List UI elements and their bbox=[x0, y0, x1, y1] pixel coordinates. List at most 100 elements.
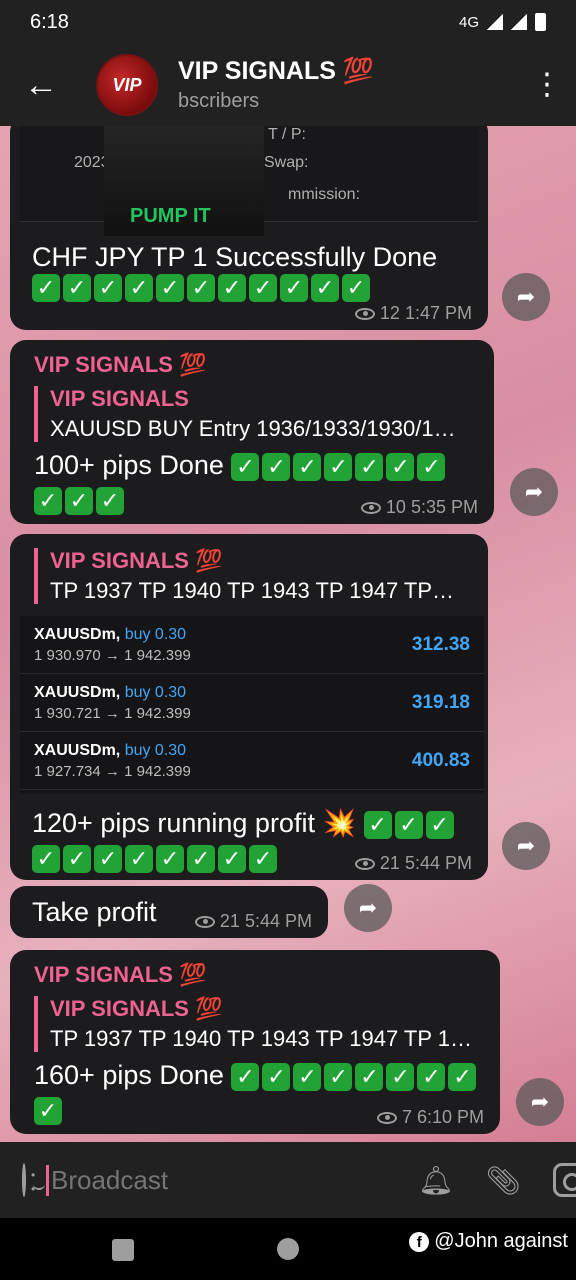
recents-button[interactable] bbox=[112, 1239, 134, 1261]
bell-icon[interactable]: 🔔︎ bbox=[418, 1160, 454, 1200]
checkmark-emoji-icon: ✓ bbox=[262, 452, 291, 481]
arrow-left-icon: ← bbox=[24, 65, 58, 104]
trade-side: buy 0.30 bbox=[124, 625, 187, 643]
trades-screenshot[interactable]: XAUUSDm, buy 0.30 1 930.970 → 1 942.399 … bbox=[20, 616, 484, 794]
trade-row: XAUUSDm, buy 0.30 1 930.721 → 1 942.399 … bbox=[20, 674, 484, 732]
wifi-icon bbox=[487, 14, 503, 30]
message-bubble[interactable]: VIP SIGNALS 💯 TP 1937 TP 1940 TP 1943 TP… bbox=[10, 534, 488, 880]
message-time: 5:44 PM bbox=[404, 853, 472, 873]
instagram-camera-icon bbox=[553, 1163, 576, 1197]
trade-row: XAUUSDm, buy 0.30 1 930.970 → 1 942.399 … bbox=[20, 616, 484, 674]
message-text-content: 100+ pips Done bbox=[34, 450, 224, 480]
status-icons: 4G bbox=[459, 13, 546, 31]
message-meta: 7 6:10 PM bbox=[376, 1107, 484, 1128]
checkmark-emoji-icon: ✓ bbox=[249, 274, 277, 302]
checkmark-emoji-icon: ✓ bbox=[231, 1062, 260, 1091]
reply-sender: VIP SIGNALS bbox=[50, 386, 189, 411]
share-arrow-icon: ➦ bbox=[524, 479, 544, 504]
trade-prices: 1 930.970 → 1 942.399 bbox=[34, 646, 191, 664]
forward-button[interactable]: ➦ bbox=[502, 822, 550, 870]
forward-button[interactable]: ➦ bbox=[344, 884, 392, 932]
message-meta: 12 1:47 PM bbox=[354, 303, 472, 324]
message-text: CHF JPY TP 1 Successfully Done bbox=[32, 242, 438, 272]
checkmark-emoji-icon: ✓ bbox=[324, 1062, 353, 1091]
reply-sender: VIP SIGNALS 💯 bbox=[50, 548, 223, 573]
reply-quote[interactable]: VIP SIGNALS 💯 TP 1937 TP 1940 TP 1943 TP… bbox=[34, 548, 474, 604]
checkmark-emoji-icon: ✓ bbox=[386, 452, 415, 481]
message-time: 5:35 PM bbox=[410, 497, 478, 517]
chat-area[interactable]: T / P: 2023.08 Swap: mmission: CHF JPY T… bbox=[0, 126, 576, 1142]
reply-sender: VIP SIGNALS 💯 bbox=[50, 996, 223, 1021]
checkmark-emoji-icon: ✓ bbox=[32, 274, 60, 302]
eye-icon bbox=[360, 501, 381, 514]
checkmark-emoji-icon: ✓ bbox=[425, 810, 454, 839]
view-count: 10 bbox=[385, 497, 406, 517]
view-count: 21 bbox=[219, 911, 240, 931]
checkmark-emoji-icon: ✓ bbox=[32, 844, 60, 873]
emoji-icon[interactable] bbox=[22, 1163, 45, 1197]
network-label: 4G bbox=[458, 13, 479, 31]
checkmark-emoji-icon: ✓ bbox=[355, 452, 384, 481]
reply-quote[interactable]: VIP SIGNALS XAUUSD BUY Entry 1936/1933/1… bbox=[34, 386, 474, 442]
message-body: VIP SIGNALS 💯 VIP SIGNALS 💯 TP 1937 TP 1… bbox=[34, 962, 484, 1126]
trade-side: buy 0.30 bbox=[124, 683, 187, 701]
checkmark-emoji-icon: ✓ bbox=[363, 810, 392, 839]
trade-profit: 319.18 bbox=[411, 691, 470, 713]
paperclip-icon[interactable]: 📎︎ bbox=[486, 1160, 522, 1200]
eye-icon bbox=[376, 1111, 397, 1124]
checkmark-emoji-icon: ✓ bbox=[63, 274, 91, 302]
trade-profit: 312.38 bbox=[411, 633, 470, 655]
checkmark-emoji-icon: ✓ bbox=[417, 1062, 446, 1091]
back-button[interactable]: ← bbox=[20, 64, 62, 106]
status-time: 6:18 bbox=[30, 10, 69, 33]
camera-button[interactable] bbox=[553, 1160, 576, 1200]
checkmark-emoji-icon: ✓ bbox=[187, 274, 215, 302]
battery-icon bbox=[535, 13, 546, 31]
channel-avatar[interactable]: VIP bbox=[96, 54, 158, 116]
channel-title: VIP SIGNALS 💯 bbox=[178, 57, 374, 85]
system-nav-bar: f @John against bbox=[0, 1218, 576, 1280]
eye-icon bbox=[354, 307, 375, 320]
checkmark-emoji-icon: ✓ bbox=[262, 1062, 291, 1091]
forward-button[interactable]: ➦ bbox=[516, 1078, 564, 1126]
reply-text: TP 1937 TP 1940 TP 1943 TP 1947 TP… bbox=[50, 578, 455, 603]
home-button[interactable] bbox=[277, 1238, 299, 1260]
checkmark-emoji-icon: ✓ bbox=[34, 486, 62, 515]
checkmark-emoji-icon: ✓ bbox=[280, 274, 308, 302]
trade-side: buy 0.30 bbox=[124, 741, 187, 759]
channel-info[interactable]: VIP SIGNALS 💯 bscribers bbox=[178, 57, 374, 113]
reply-quote[interactable]: VIP SIGNALS 💯 TP 1937 TP 1940 TP 1943 TP… bbox=[34, 996, 484, 1052]
trade-row: XAUUSDm, buy 0.30 1 927.734 → 1 942.399 … bbox=[20, 732, 484, 790]
checkmark-emoji-icon: ✓ bbox=[65, 486, 93, 515]
checkmark-emoji-icon: ✓ bbox=[156, 274, 184, 302]
checkmark-emoji-icon: ✓ bbox=[63, 844, 91, 873]
meme-image: PUMP IT bbox=[104, 126, 264, 236]
reply-text: XAUUSD BUY Entry 1936/1933/1930/1… bbox=[50, 416, 456, 441]
message-bubble[interactable]: VIP SIGNALS 💯 VIP SIGNALS 💯 TP 1937 TP 1… bbox=[10, 950, 500, 1134]
swap-label: Swap: bbox=[264, 154, 309, 171]
checkmark-emoji-icon: ✓ bbox=[249, 844, 277, 873]
view-count: 12 bbox=[379, 303, 400, 323]
checkmark-emoji-icon: ✓ bbox=[94, 274, 122, 302]
broadcast-input[interactable] bbox=[46, 1164, 386, 1196]
checkmark-emoji-icon: ✓ bbox=[324, 452, 353, 481]
sender-name: VIP SIGNALS 💯 bbox=[34, 352, 207, 377]
message-meta: 10 5:35 PM bbox=[360, 497, 478, 518]
forward-button[interactable]: ➦ bbox=[502, 273, 550, 321]
message-bubble[interactable]: Take profit 21 5:44 PM bbox=[10, 886, 328, 938]
message-bubble[interactable]: VIP SIGNALS 💯 VIP SIGNALS XAUUSD BUY Ent… bbox=[10, 340, 494, 524]
tp-label: T / P: bbox=[268, 126, 306, 143]
reply-text: TP 1937 TP 1940 TP 1943 TP 1947 TP 1… bbox=[50, 1026, 472, 1051]
sender-name: VIP SIGNALS 💯 bbox=[34, 962, 207, 987]
meme-text: PUMP IT bbox=[130, 205, 211, 227]
view-count: 21 bbox=[379, 853, 400, 873]
checkmark-emoji-icon: ✓ bbox=[417, 452, 446, 481]
forward-button[interactable]: ➦ bbox=[510, 468, 558, 516]
checkmark-emoji-icon: ✓ bbox=[94, 844, 122, 873]
signal-icon bbox=[511, 14, 527, 30]
eye-icon bbox=[354, 857, 375, 870]
menu-button[interactable]: ⋮ bbox=[532, 70, 562, 100]
status-bar: 6:18 4G bbox=[0, 0, 576, 44]
message-time: 6:10 PM bbox=[416, 1107, 484, 1127]
trade-profit: 400.83 bbox=[411, 749, 470, 771]
